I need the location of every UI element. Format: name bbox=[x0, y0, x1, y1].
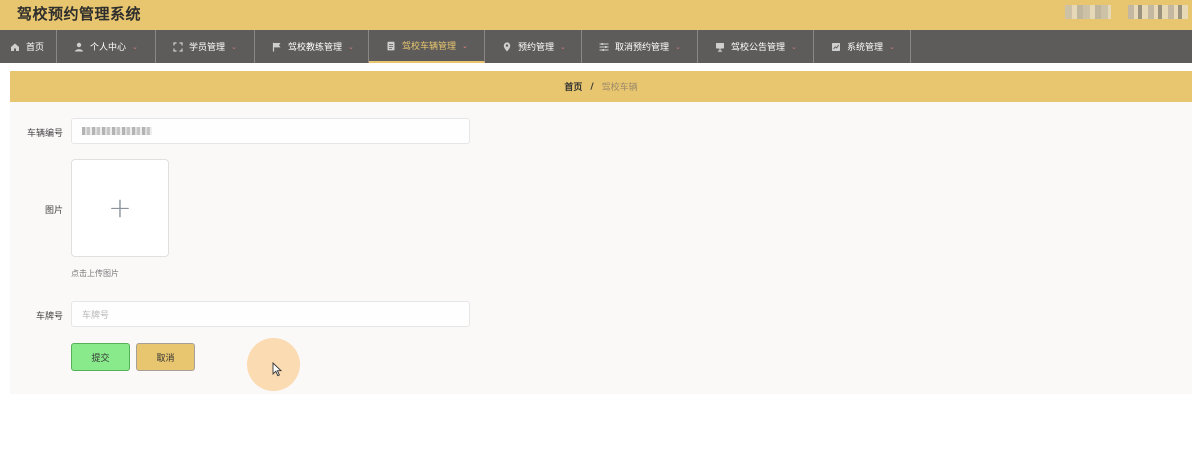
plate-input[interactable]: 车牌号 bbox=[71, 301, 470, 327]
image-upload-box[interactable]: + bbox=[71, 159, 169, 257]
nav-label: 系统管理 bbox=[847, 43, 884, 53]
plate-label: 车牌号 bbox=[35, 312, 63, 322]
nav-item-coach-management[interactable]: 驾校教练管理 ⌄ bbox=[255, 30, 369, 63]
upload-tip: 点击上传图片 bbox=[71, 269, 119, 278]
nav-label: 学员管理 bbox=[189, 43, 226, 53]
nav-label: 驾校教练管理 bbox=[288, 43, 343, 53]
mouse-cursor-icon bbox=[272, 362, 282, 377]
chart-icon bbox=[831, 42, 841, 52]
plus-icon: + bbox=[108, 191, 132, 224]
nav-item-system-management[interactable]: 系统管理 ⌄ bbox=[814, 30, 911, 63]
breadcrumb-separator: / bbox=[590, 81, 594, 92]
nav-label: 首页 bbox=[26, 43, 45, 53]
nav-item-student-management[interactable]: 学员管理 ⌄ bbox=[156, 30, 255, 63]
submit-button[interactable]: 提交 bbox=[71, 343, 130, 371]
image-label: 图片 bbox=[44, 206, 63, 216]
chevron-down-icon: ⌄ bbox=[791, 42, 797, 51]
breadcrumb: 首页 / 驾校车辆 bbox=[10, 71, 1192, 102]
top-header: 驾校预约管理系统 bbox=[0, 0, 1192, 30]
chevron-down-icon: ⌄ bbox=[889, 42, 895, 51]
location-icon bbox=[502, 41, 512, 52]
chevron-down-icon: ⌄ bbox=[132, 42, 138, 51]
monitor-icon bbox=[715, 42, 725, 52]
home-icon bbox=[10, 42, 20, 52]
nav-label: 驾校公告管理 bbox=[731, 43, 786, 53]
chevron-down-icon: ⌄ bbox=[560, 42, 566, 51]
nav-item-personal-center[interactable]: 个人中心 ⌄ bbox=[57, 30, 156, 63]
app-title: 驾校预约管理系统 bbox=[17, 5, 142, 23]
vehicle-no-input[interactable] bbox=[71, 118, 470, 144]
nav-label: 取消预约管理 bbox=[615, 43, 670, 53]
expand-icon bbox=[173, 41, 183, 52]
nav-item-vehicle-management[interactable]: 驾校车辆管理 ⌄ bbox=[369, 30, 485, 63]
nav-label: 个人中心 bbox=[90, 43, 127, 53]
chevron-down-icon: ⌄ bbox=[462, 41, 468, 50]
document-icon bbox=[386, 41, 396, 51]
flag-icon bbox=[272, 42, 282, 52]
nav-item-home[interactable]: 首页 bbox=[0, 30, 57, 63]
nav-label: 预约管理 bbox=[518, 43, 555, 53]
main-nav: 首页 个人中心 ⌄ 学员管理 ⌄ 驾校教练管理 ⌄ 驾校车辆管理 ⌄ 预约管理 bbox=[0, 30, 1192, 63]
nav-item-cancel-appointment-management[interactable]: 取消预约管理 ⌄ bbox=[582, 30, 698, 63]
plate-placeholder: 车牌号 bbox=[82, 310, 110, 321]
breadcrumb-home[interactable]: 首页 bbox=[564, 80, 582, 93]
nav-item-announcement-management[interactable]: 驾校公告管理 ⌄ bbox=[698, 30, 814, 63]
nav-label: 驾校车辆管理 bbox=[402, 42, 457, 52]
nav-item-appointment-management[interactable]: 预约管理 ⌄ bbox=[485, 30, 582, 63]
user-info-obscured[interactable] bbox=[1065, 5, 1111, 19]
chevron-down-icon: ⌄ bbox=[348, 42, 354, 51]
user-menu-obscured[interactable] bbox=[1128, 5, 1188, 19]
chevron-down-icon: ⌄ bbox=[675, 42, 681, 51]
chevron-down-icon: ⌄ bbox=[231, 42, 237, 51]
breadcrumb-current: 驾校车辆 bbox=[601, 83, 638, 93]
vehicle-no-value-obscured bbox=[82, 127, 152, 135]
sliders-icon bbox=[599, 42, 609, 52]
user-icon bbox=[74, 42, 84, 52]
vehicle-no-label: 车辆编号 bbox=[26, 129, 63, 139]
cancel-button[interactable]: 取消 bbox=[136, 343, 195, 371]
